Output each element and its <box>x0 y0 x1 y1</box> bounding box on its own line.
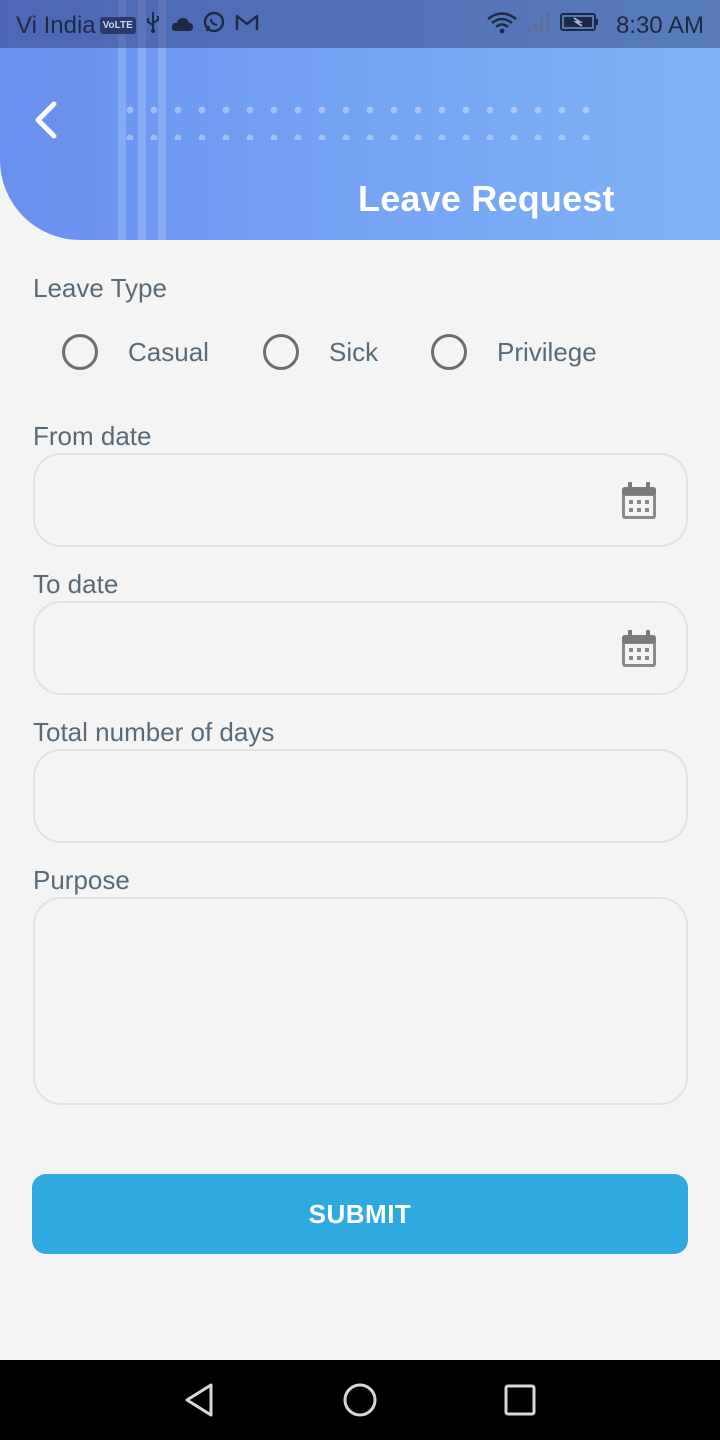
recents-square-icon <box>504 1384 536 1416</box>
radio-label-privilege: Privilege <box>497 336 597 367</box>
leave-type-label: Leave Type <box>33 273 167 303</box>
cloud-icon <box>170 12 194 40</box>
header-decor-dots <box>118 96 598 140</box>
nav-back-button[interactable] <box>180 1380 220 1420</box>
status-time: 8:30 AM <box>615 11 704 39</box>
volte-badge: VoLTE <box>99 17 136 34</box>
back-button[interactable] <box>24 96 72 144</box>
status-bar: Vi India VoLTE 8:30 AM <box>0 0 720 48</box>
from-date-field[interactable] <box>33 453 688 547</box>
system-nav-bar <box>0 1360 720 1440</box>
whatsapp-icon <box>202 10 226 41</box>
leave-type-radio-group: Casual Sick Privilege <box>60 330 680 374</box>
to-date-label: To date <box>33 569 119 599</box>
back-triangle-icon <box>185 1383 213 1417</box>
gmail-icon <box>234 11 260 40</box>
radio-sick[interactable]: Sick <box>263 330 378 374</box>
to-date-field[interactable] <box>33 601 688 695</box>
radio-circle[interactable] <box>263 334 299 370</box>
nav-home-button[interactable] <box>340 1380 380 1420</box>
radio-circle[interactable] <box>62 334 98 370</box>
purpose-textarea[interactable] <box>33 897 688 1105</box>
calendar-icon[interactable] <box>620 481 658 521</box>
carrier-name: Vi India <box>16 11 96 39</box>
usb-icon <box>144 10 162 41</box>
from-date-label: From date <box>33 421 152 451</box>
submit-button[interactable]: SUBMIT <box>32 1174 688 1254</box>
total-days-field[interactable] <box>33 749 688 843</box>
back-arrow-icon <box>35 101 57 139</box>
radio-privilege[interactable]: Privilege <box>431 330 597 374</box>
calendar-icon[interactable] <box>620 629 658 669</box>
home-circle-icon <box>343 1383 377 1417</box>
radio-label-sick: Sick <box>329 336 379 367</box>
purpose-label: Purpose <box>33 865 130 895</box>
nav-recents-button[interactable] <box>500 1380 540 1420</box>
battery-icon <box>559 11 600 40</box>
radio-circle[interactable] <box>431 334 467 370</box>
wifi-icon <box>486 10 518 41</box>
radio-casual[interactable]: Casual <box>62 330 209 374</box>
radio-label-casual: Casual <box>128 336 209 367</box>
page-title: Leave Request <box>358 178 615 219</box>
total-days-label: Total number of days <box>33 717 275 747</box>
signal-icon <box>526 11 552 40</box>
